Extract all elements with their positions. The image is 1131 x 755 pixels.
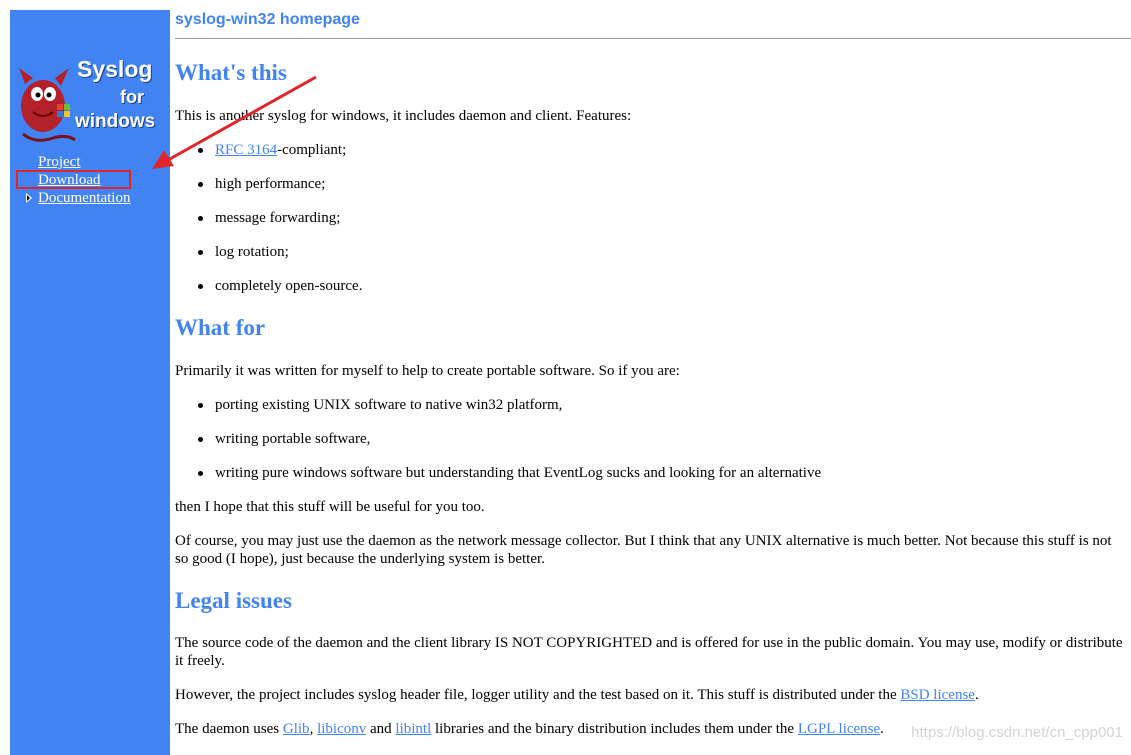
nav-link-documentation-label: Documentation <box>38 190 131 206</box>
separator-text: and <box>366 721 396 737</box>
separator-text: , <box>309 721 318 737</box>
feature-item: completely open-source. <box>197 278 363 294</box>
feature-item: high performance; <box>197 176 326 192</box>
libintl-link[interactable]: libintl <box>395 721 431 737</box>
feature-item: message forwarding; <box>197 210 341 226</box>
expand-arrow-icon <box>26 193 32 203</box>
legal-paragraph-2-end: . <box>974 687 979 703</box>
lgpl-license-link[interactable]: LGPL license <box>798 721 880 737</box>
heading-whats-this: What's this <box>175 60 287 85</box>
legal-paragraph-2-text: However, the project includes syslog hea… <box>175 687 901 703</box>
rfc-3164-link[interactable]: RFC 3164 <box>215 142 277 158</box>
libiconv-link[interactable]: libiconv <box>317 721 366 737</box>
heading-what-for: What for <box>175 315 266 340</box>
annotation-highlight-box <box>16 170 131 189</box>
logo-text-windows: windows <box>75 111 156 132</box>
what-for-after: then I hope that this stuff will be usef… <box>175 499 485 515</box>
logo-text-syslog: Syslog <box>77 56 153 82</box>
what-for-intro: Primarily it was written for myself to h… <box>175 363 680 379</box>
use-case-item: writing portable software, <box>197 431 371 447</box>
syslog-logo[interactable]: Syslog for windows <box>15 56 165 146</box>
feature-item: log rotation; <box>198 244 289 260</box>
page-title: syslog-win32 homepage <box>175 11 360 28</box>
heading-legal-issues: Legal issues <box>175 588 292 613</box>
nav-link-documentation[interactable]: Documentation <box>26 189 131 207</box>
legal-paragraph-3-text: The daemon uses <box>175 721 283 737</box>
use-case-item: porting existing UNIX software to native… <box>197 397 563 413</box>
sidebar: Syslog for windows Project Download Docu… <box>10 10 170 755</box>
what-for-paragraph: Of course, you may just use the daemon a… <box>175 533 1112 567</box>
feature-item: RFC 3164-compliant; <box>197 141 347 159</box>
whats-this-intro: This is another syslog for windows, it i… <box>175 108 632 124</box>
logo-text-for: for <box>120 87 144 107</box>
legal-paragraph-3-middle: libraries and the binary distribution in… <box>431 721 798 737</box>
rfc-suffix: -compliant; <box>277 142 347 158</box>
nav-link-project[interactable]: Project <box>38 153 130 171</box>
use-case-item: writing pure windows software but unders… <box>197 465 822 481</box>
title-divider <box>175 38 1131 39</box>
glib-link[interactable]: Glib <box>283 721 310 737</box>
bsd-license-link[interactable]: BSD license <box>900 687 975 703</box>
legal-paragraph-2: However, the project includes syslog hea… <box>175 686 1125 704</box>
watermark: https://blog.csdn.net/cn_cpp001 <box>911 724 1123 741</box>
legal-paragraph-1: The source code of the daemon and the cl… <box>175 635 1123 669</box>
legal-paragraph-3-end: . <box>880 721 884 737</box>
